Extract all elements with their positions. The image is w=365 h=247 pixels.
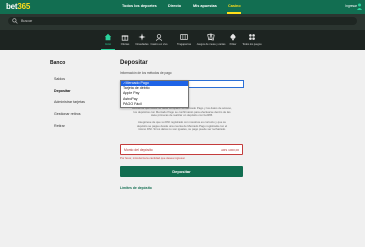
sidebar-item-withdraw[interactable]: Retirar — [54, 124, 65, 128]
deposit-amount-field[interactable]: Monto del depósito ARS 1000,00 — [120, 144, 243, 155]
sidebar-item-manage-cards[interactable]: Administrar tarjetas — [54, 100, 85, 104]
category-all-games[interactable]: Todos los juegos — [240, 30, 264, 50]
amount-currency: ARS 1000,00 — [221, 147, 239, 152]
poker-icon — [230, 33, 236, 41]
slots-icon — [180, 34, 188, 40]
sidebar-item-deposit[interactable]: Depositar — [54, 89, 71, 93]
deposit-button[interactable]: Depositar — [120, 166, 243, 177]
bet365-logo[interactable]: bet365 — [6, 2, 30, 11]
deposit-limits-link[interactable]: Límites de depósito — [120, 186, 152, 190]
nav-casino[interactable]: Casino — [228, 4, 241, 8]
sidebar-item-manage-withdrawals[interactable]: Gestionar retiros — [54, 112, 81, 116]
active-category-underline — [101, 49, 115, 50]
category-slots[interactable]: Tragaperras — [172, 30, 196, 50]
sidebar-title: Banco — [50, 60, 66, 66]
payment-method-label: Información de los métodos de pago — [120, 71, 172, 75]
search-icon — [12, 18, 18, 24]
sparkle-icon — [138, 33, 146, 41]
grid-icon — [249, 34, 255, 40]
dropdown-option-pago-facil[interactable]: PAGO Fácil — [121, 102, 188, 107]
top-header: bet365 Todos los deportes Directo Mis ap… — [0, 0, 365, 14]
casino-category-bar: Inicio Ofertas Novedades Casino en vivo … — [0, 30, 365, 50]
search-input[interactable]: Buscar — [8, 17, 357, 25]
category-live-casino[interactable]: Casino en vivo — [147, 30, 171, 50]
home-icon — [104, 33, 112, 41]
nav-my-bets[interactable]: Mis apuestas — [193, 4, 217, 8]
cards-icon — [207, 33, 215, 41]
info-line: mismo DNI. Si los datos no son iguales, … — [138, 127, 226, 132]
amount-error-message: Por favor, introduzca la cantidad que de… — [120, 156, 186, 160]
payment-method-dropdown: Mercado Pago Tarjeta de débito Apple Pay… — [120, 80, 189, 108]
info-line: siete primeras de realizar un depósito c… — [150, 113, 214, 118]
nav-all-sports[interactable]: Todos los deportes — [122, 4, 157, 8]
user-icon[interactable] — [357, 3, 362, 10]
logo-main: bet — [6, 2, 18, 11]
search-placeholder: Buscar — [21, 18, 33, 23]
amount-placeholder: Monto del depósito — [124, 147, 153, 152]
logo-accent: 365 — [17, 2, 31, 11]
live-icon — [155, 34, 163, 41]
nav-live[interactable]: Directo — [168, 4, 181, 8]
category-table-games[interactable]: Juegos de mesa y cartas — [197, 30, 225, 50]
page-title: Depositar — [120, 60, 148, 66]
login-link[interactable]: Ingresar — [345, 4, 357, 8]
gift-icon — [121, 35, 129, 41]
sidebar-item-balances[interactable]: Saldos — [54, 77, 65, 81]
category-label: Todos los juegos — [242, 42, 262, 46]
